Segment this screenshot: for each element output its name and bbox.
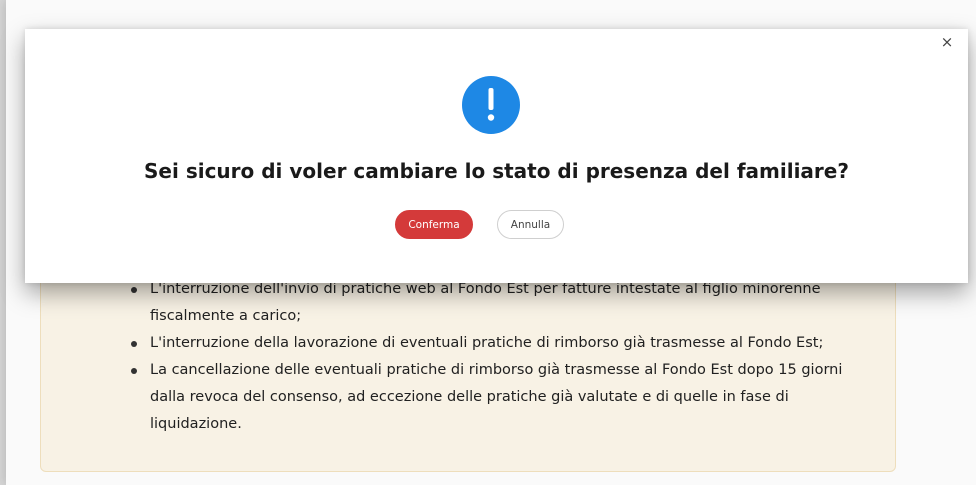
dialog-title: Sei sicuro di voler cambiare lo stato di…	[144, 159, 849, 183]
confirm-button[interactable]: Conferma	[395, 210, 473, 239]
confirmation-dialog: × Sei sicuro di voler cambiare lo stato …	[25, 29, 968, 283]
close-button[interactable]: ×	[936, 31, 958, 53]
exclamation-icon	[462, 76, 520, 134]
cancel-button[interactable]: Annulla	[497, 210, 564, 239]
